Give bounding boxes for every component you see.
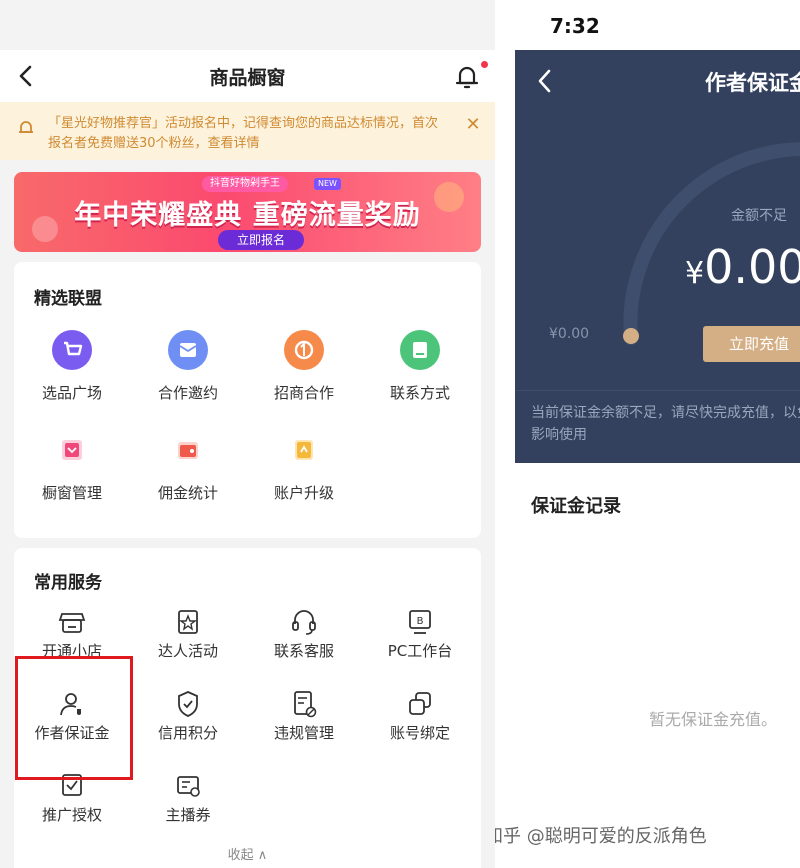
banner-signup-button[interactable]: 立即报名 <box>218 230 304 250</box>
balance-hint: 金额不足 <box>731 208 787 224</box>
wallet-icon <box>178 442 198 459</box>
close-icon[interactable]: ✕ <box>464 116 482 134</box>
divider <box>515 390 800 391</box>
headset-icon <box>292 610 316 635</box>
service-item-label: PC工作台 <box>387 642 453 660</box>
service-item-label: 联系客服 <box>273 642 334 660</box>
shop-window-screen: 商品橱窗 「星光好物推荐官」活动报名中，记得查询您的商品达标情况，首次报名者免费… <box>0 0 495 868</box>
record-title: 保证金记录 <box>531 496 621 517</box>
alliance-item-label: 招商合作 <box>273 384 334 402</box>
document-ban-icon <box>294 691 317 718</box>
alliance-item-label: 账户升级 <box>273 484 334 502</box>
service-item-anchor-coupon[interactable]: 主播券 <box>130 770 246 826</box>
notice-text: 「星光好物推荐官」活动报名中，记得查询您的商品达标情况，首次报名者免费赠送30个… <box>48 116 439 151</box>
mail-icon <box>168 330 208 370</box>
banner-new-badge: NEW <box>314 178 341 190</box>
page-title: 商品橱窗 <box>209 67 286 89</box>
service-item-customer-service[interactable]: 联系客服 <box>246 606 362 662</box>
deposit-note: 当前保证金余额不足，请尽快完成充值，以免影响使用 <box>531 405 800 443</box>
service-item-pc-workbench[interactable]: B PC工作台 <box>362 606 478 662</box>
alliance-item-select-plaza[interactable]: 选品广场 <box>14 330 130 410</box>
svg-text:B: B <box>417 616 424 627</box>
cart-icon <box>52 330 92 370</box>
watermark: 知乎 @聪明可爱的反派角色 <box>495 826 707 847</box>
store-icon <box>58 613 86 633</box>
alliance-item-contact[interactable]: 联系方式 <box>362 330 478 410</box>
alliance-item-label: 选品广场 <box>41 384 102 402</box>
star-badge-icon <box>178 610 198 634</box>
service-item-label: 违规管理 <box>273 724 334 742</box>
back-arrow-icon[interactable] <box>533 66 557 96</box>
upgrade-icon <box>295 440 313 460</box>
highlight-box <box>15 656 133 780</box>
alliance-item-invite[interactable]: 合作邀约 <box>130 330 246 410</box>
contact-icon <box>400 330 440 370</box>
deposit-header-panel: 作者保证金 金额不足 ¥0.00 ¥0.00 立即充值 当前保证金余额不足，请尽… <box>515 50 800 463</box>
bell-notice-icon <box>19 121 33 133</box>
service-item-credit-score[interactable]: 信用积分 <box>130 688 246 744</box>
shield-check-icon <box>178 691 198 717</box>
alliance-item-showcase[interactable]: 橱窗管理 <box>14 430 130 510</box>
alliance-title: 精选联盟 <box>34 289 102 309</box>
service-item-label: 达人活动 <box>157 642 218 660</box>
author-deposit-screen: 作者保证金 金额不足 ¥0.00 ¥0.00 立即充值 当前保证金余额不足，请尽… <box>495 0 800 868</box>
banner-headline: 年中荣耀盛典 重磅流量奖励 <box>74 200 421 231</box>
service-item-label: 主播券 <box>165 806 211 824</box>
recharge-button[interactable]: 立即充值 <box>703 326 800 362</box>
coupon-icon <box>177 776 200 797</box>
service-item-label: 账号绑定 <box>389 724 450 742</box>
banner-top-tag: 抖音好物剁手王 <box>202 176 288 192</box>
status-bar-time: 7:32 <box>550 14 600 38</box>
showcase-icon <box>62 440 82 460</box>
page-title: 作者保证金 <box>705 71 800 95</box>
monitor-icon: B <box>409 610 431 634</box>
service-item-label: 信用积分 <box>157 724 218 742</box>
alliance-card: 精选联盟 选品广场 合作邀约 招商合作 联系方式 橱窗管理 佣金统计 账户升级 <box>14 262 481 538</box>
service-item-account-binding[interactable]: 账号绑定 <box>362 688 478 744</box>
notice-bar[interactable]: 「星光好物推荐官」活动报名中，记得查询您的商品达标情况，首次报名者免费赠送30个… <box>0 102 495 160</box>
exchange-icon <box>284 330 324 370</box>
services-title: 常用服务 <box>34 573 102 593</box>
service-item-talent-activity[interactable]: 达人活动 <box>130 606 246 662</box>
alliance-item-commission[interactable]: 佣金统计 <box>130 430 246 510</box>
service-item-label: 推广授权 <box>41 806 102 824</box>
empty-state-text: 暂无保证金充值。 <box>649 710 778 729</box>
alliance-item-label: 合作邀约 <box>157 384 218 402</box>
bell-icon[interactable] <box>452 62 482 92</box>
service-item-violation[interactable]: 违规管理 <box>246 688 362 744</box>
balance-value: 0.00 <box>704 240 800 294</box>
currency-symbol: ¥ <box>685 256 705 291</box>
collapse-button[interactable]: 收起 ∧ <box>14 844 481 863</box>
promo-banner[interactable]: 抖音好物剁手王 NEW 年中荣耀盛典 重磅流量奖励 立即报名 <box>14 172 481 252</box>
service-item-open-store[interactable]: 开通小店 <box>14 606 130 662</box>
alliance-item-label: 联系方式 <box>389 384 450 402</box>
notification-dot <box>481 61 488 68</box>
alliance-item-label: 橱窗管理 <box>41 484 102 502</box>
alliance-item-upgrade[interactable]: 账户升级 <box>246 430 362 510</box>
balance-amount: ¥0.00 <box>685 240 800 294</box>
link-icon <box>409 692 431 715</box>
top-nav-bar: 商品橱窗 <box>0 50 495 102</box>
alliance-item-label: 佣金统计 <box>157 484 218 502</box>
balance-gauge <box>623 142 800 345</box>
gauge-min-label: ¥0.00 <box>549 326 590 342</box>
alliance-item-recruit[interactable]: 招商合作 <box>246 330 362 410</box>
